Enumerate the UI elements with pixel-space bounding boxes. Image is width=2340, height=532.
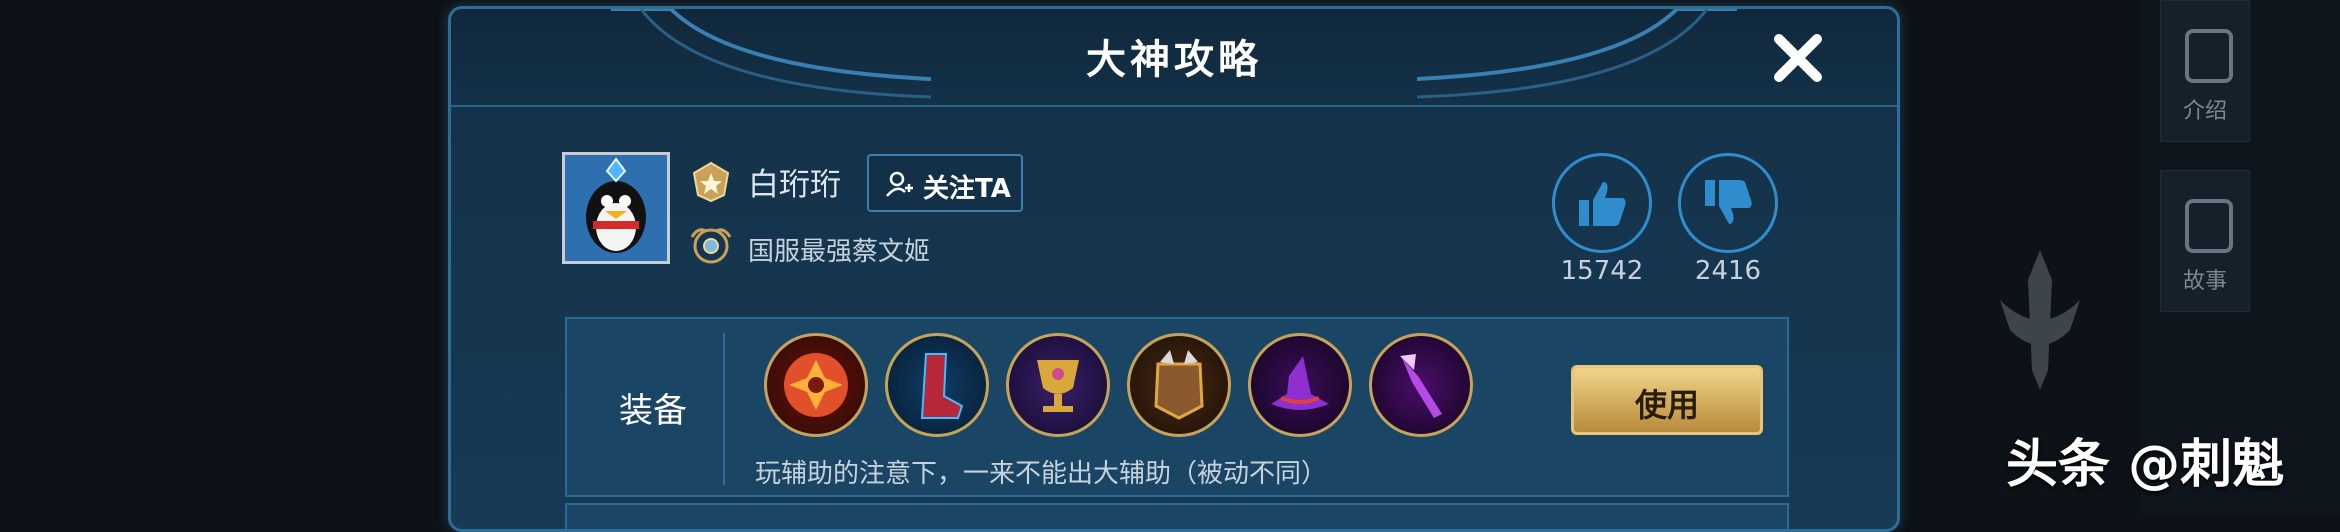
user-title: 国服最强蔡文姬 — [748, 237, 931, 267]
item-purple-hat-icon — [1271, 356, 1329, 410]
item-slot-2[interactable] — [885, 333, 989, 437]
item-slot-4[interactable] — [1127, 333, 1231, 437]
tab-intro[interactable]: 介绍 — [2160, 0, 2250, 142]
item-slot-6[interactable] — [1369, 333, 1473, 437]
thumbs-up-icon — [1579, 182, 1626, 226]
sword-emblem-icon — [2000, 250, 2080, 390]
follow-label: 关注TA — [923, 174, 1011, 204]
dialog-header: 大神攻略 — [451, 9, 1897, 107]
dislike-count: 2416 — [1694, 256, 1762, 286]
item-gold-chalice-icon — [1037, 360, 1079, 412]
item-slot-3[interactable] — [1006, 333, 1110, 437]
item-red-boots-icon — [920, 353, 964, 419]
watermark: 头条 @刺魁 — [2006, 435, 2285, 495]
next-panel — [565, 503, 1789, 529]
item-slot-5[interactable] — [1248, 333, 1352, 437]
divider — [723, 333, 725, 485]
close-icon[interactable] — [1771, 31, 1825, 85]
tab-story[interactable]: 故事 — [2160, 170, 2250, 312]
tab-story-label: 故事 — [2182, 269, 2227, 294]
equipment-panel: 装备 玩辅助的注意下，一来不能出大辅助（被动不同） 使用 — [565, 317, 1789, 497]
item-slot-1[interactable] — [764, 333, 868, 437]
penguin-avatar-icon — [565, 155, 667, 261]
item-orange-sigil-icon — [784, 353, 848, 417]
item-armor-icon — [1154, 350, 1204, 420]
use-button[interactable]: 使用 — [1571, 365, 1763, 435]
dialog-title: 大神攻略 — [1086, 37, 1262, 83]
rank-badge-icon — [692, 161, 730, 203]
use-button-label: 使用 — [1634, 386, 1699, 424]
like-count: 15742 — [1560, 256, 1644, 286]
equipment-note: 玩辅助的注意下，一来不能出大辅助（被动不同） — [755, 459, 1328, 489]
hero-icon — [2185, 29, 2233, 83]
like-button-circle[interactable] — [1552, 153, 1652, 253]
username: 白珩珩 — [748, 167, 841, 203]
tab-intro-label: 介绍 — [2182, 99, 2227, 124]
add-user-icon — [886, 171, 913, 197]
book-icon — [2185, 199, 2233, 253]
thumbs-down-icon — [1705, 180, 1752, 224]
dislike-button-circle[interactable] — [1678, 153, 1778, 253]
avatar[interactable] — [562, 152, 670, 264]
follow-button[interactable]: 关注TA — [867, 154, 1023, 212]
equipment-label: 装备 — [619, 391, 687, 431]
item-purple-scepter-icon — [1400, 354, 1442, 418]
title-badge-icon — [690, 228, 732, 264]
